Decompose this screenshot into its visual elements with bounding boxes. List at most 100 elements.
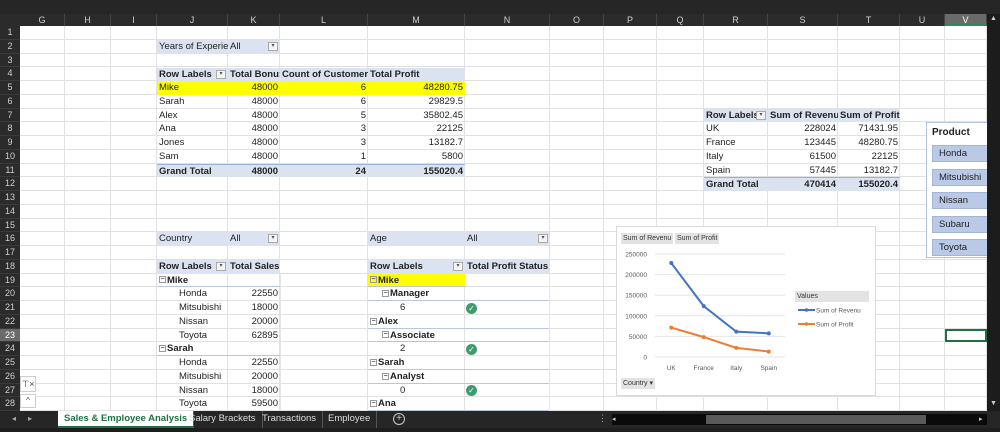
row-header[interactable]: 13 xyxy=(0,191,20,205)
splitter-handle[interactable]: ⋮ xyxy=(598,413,607,424)
column-header-M[interactable]: M xyxy=(368,14,465,26)
add-sheet-icon[interactable]: + xyxy=(393,413,405,425)
row-header[interactable]: 15 xyxy=(0,219,20,233)
row-group[interactable]: −Sarah xyxy=(157,342,280,356)
row-group[interactable]: −Mike xyxy=(368,274,465,288)
row-group[interactable]: −Analyst xyxy=(368,370,550,384)
slicer-scroll-up-icon[interactable]: ^ xyxy=(20,394,36,408)
selected-cell[interactable] xyxy=(945,329,987,343)
collapse-icon[interactable]: − xyxy=(382,373,389,380)
filter-dropdown-icon[interactable]: ▾ xyxy=(538,234,548,243)
row-header[interactable]: 1 xyxy=(0,26,20,40)
column-header-T[interactable]: T xyxy=(838,14,900,26)
header-total-sales: Total Sales xyxy=(228,260,280,274)
row-header[interactable]: 25 xyxy=(0,356,20,370)
row-header[interactable]: 22 xyxy=(0,315,20,329)
collapse-icon[interactable]: − xyxy=(370,359,377,366)
collapse-icon[interactable]: − xyxy=(370,400,377,407)
clear-filter-icon[interactable]: ⊤× xyxy=(20,376,36,392)
row-header[interactable]: 9 xyxy=(0,136,20,150)
pivot-chart[interactable]: Sum of Revenu Sum of Profit 050000100000… xyxy=(616,226,876,396)
filter-dropdown-icon[interactable]: ▾ xyxy=(268,42,278,51)
column-header-K[interactable]: K xyxy=(228,14,280,26)
row-group[interactable]: −Ana xyxy=(368,397,550,411)
row-header[interactable]: 2 xyxy=(0,40,20,54)
column-header-S[interactable]: S xyxy=(768,14,838,26)
row-header[interactable]: 3 xyxy=(0,54,20,68)
sort-filter-icon[interactable]: ▾ xyxy=(453,262,463,271)
next-sheet-icon[interactable]: ▸ xyxy=(28,414,32,423)
row-header[interactable]: 10 xyxy=(0,150,20,164)
header-row-labels[interactable]: Row Labels xyxy=(368,260,465,274)
prev-sheet-icon[interactable]: ◂ xyxy=(12,414,16,423)
column-header-N[interactable]: N xyxy=(465,14,550,26)
green-check-icon: ✓ xyxy=(466,344,477,355)
collapse-icon[interactable]: − xyxy=(382,290,389,297)
column-header-H[interactable]: H xyxy=(65,14,111,26)
axis-field-button-country[interactable]: Country ▾ xyxy=(621,378,655,389)
column-header-J[interactable]: J xyxy=(157,14,228,26)
collapse-icon[interactable]: − xyxy=(159,345,166,352)
column-header-V[interactable]: V xyxy=(945,14,987,26)
data-point xyxy=(767,350,771,354)
green-check-icon: ✓ xyxy=(466,303,477,314)
row-header[interactable]: 8 xyxy=(0,122,20,136)
row-group[interactable]: −Alex xyxy=(368,315,550,329)
column-header-G[interactable]: G xyxy=(20,14,65,26)
scroll-right-icon[interactable]: ▸ xyxy=(979,414,987,425)
ribbon-edge xyxy=(0,0,1000,14)
row-header[interactable]: 12 xyxy=(0,177,20,191)
collapse-icon[interactable]: − xyxy=(382,331,389,338)
row-group[interactable]: −Manager xyxy=(368,287,550,301)
scroll-down-icon[interactable]: ▼ xyxy=(989,400,998,409)
sort-filter-icon[interactable]: ▾ xyxy=(216,70,226,79)
column-header-U[interactable]: U xyxy=(900,14,945,26)
scroll-left-icon[interactable]: ◂ xyxy=(612,414,620,425)
sort-filter-icon[interactable]: ▾ xyxy=(756,111,766,120)
row-header[interactable]: 11 xyxy=(0,164,20,178)
row-header[interactable]: 6 xyxy=(0,95,20,109)
sheet-tab-sales-employee-analysis[interactable]: Sales & Employee Analysis xyxy=(58,411,194,428)
row-header[interactable]: 7 xyxy=(0,109,20,123)
row-header[interactable]: 18 xyxy=(0,260,20,274)
row-header[interactable]: 26 xyxy=(0,370,20,384)
scroll-up-icon[interactable]: ▲ xyxy=(989,15,998,24)
cell-bonus: 48000 xyxy=(228,136,280,150)
row-header[interactable]: 20 xyxy=(0,287,20,301)
cell-bonus: 48000 xyxy=(228,109,280,123)
horizontal-scrollbar[interactable]: ◂ ▸ xyxy=(612,414,987,425)
row-header[interactable]: 5 xyxy=(0,81,20,95)
row-header[interactable]: 23 xyxy=(0,329,20,343)
cell-profit: 13182.7 xyxy=(368,136,465,150)
sheet-tab-transactions[interactable]: Transactions xyxy=(256,411,323,428)
row-header[interactable]: 4 xyxy=(0,67,20,81)
row-label: Analyst xyxy=(390,371,424,382)
row-header[interactable]: 14 xyxy=(0,205,20,219)
row-header[interactable]: 24 xyxy=(0,342,20,356)
column-header-R[interactable]: R xyxy=(704,14,768,26)
row-header[interactable]: 17 xyxy=(0,246,20,260)
sheet-tab-salary-brackets[interactable]: Salary Brackets xyxy=(183,411,263,428)
collapse-icon[interactable]: − xyxy=(159,276,166,283)
row-header[interactable]: 28 xyxy=(0,397,20,411)
row-header[interactable]: 19 xyxy=(0,274,20,288)
horizontal-scroll-thumb[interactable] xyxy=(706,415,926,424)
row-group[interactable]: −Associate xyxy=(368,329,550,343)
column-header-P[interactable]: P xyxy=(604,14,657,26)
column-header-I[interactable]: I xyxy=(111,14,157,26)
sheet-tab-employee[interactable]: Employee xyxy=(322,411,377,428)
row-header[interactable]: 27 xyxy=(0,384,20,398)
column-header-L[interactable]: L xyxy=(280,14,368,26)
cell-profit: 5800 xyxy=(368,150,465,164)
row-group[interactable]: −Mike xyxy=(157,274,280,288)
sort-filter-icon[interactable]: ▾ xyxy=(216,262,226,271)
filter-dropdown-icon[interactable]: ▾ xyxy=(268,234,278,243)
vertical-scrollbar[interactable]: ▲ ▼ xyxy=(987,14,1000,411)
row-group[interactable]: −Sarah xyxy=(368,356,550,370)
row-header[interactable]: 16 xyxy=(0,232,20,246)
row-header[interactable]: 21 xyxy=(0,301,20,315)
collapse-icon[interactable]: − xyxy=(370,318,377,325)
column-header-O[interactable]: O xyxy=(550,14,604,26)
collapse-icon[interactable]: − xyxy=(370,276,377,283)
column-header-Q[interactable]: Q xyxy=(657,14,704,26)
